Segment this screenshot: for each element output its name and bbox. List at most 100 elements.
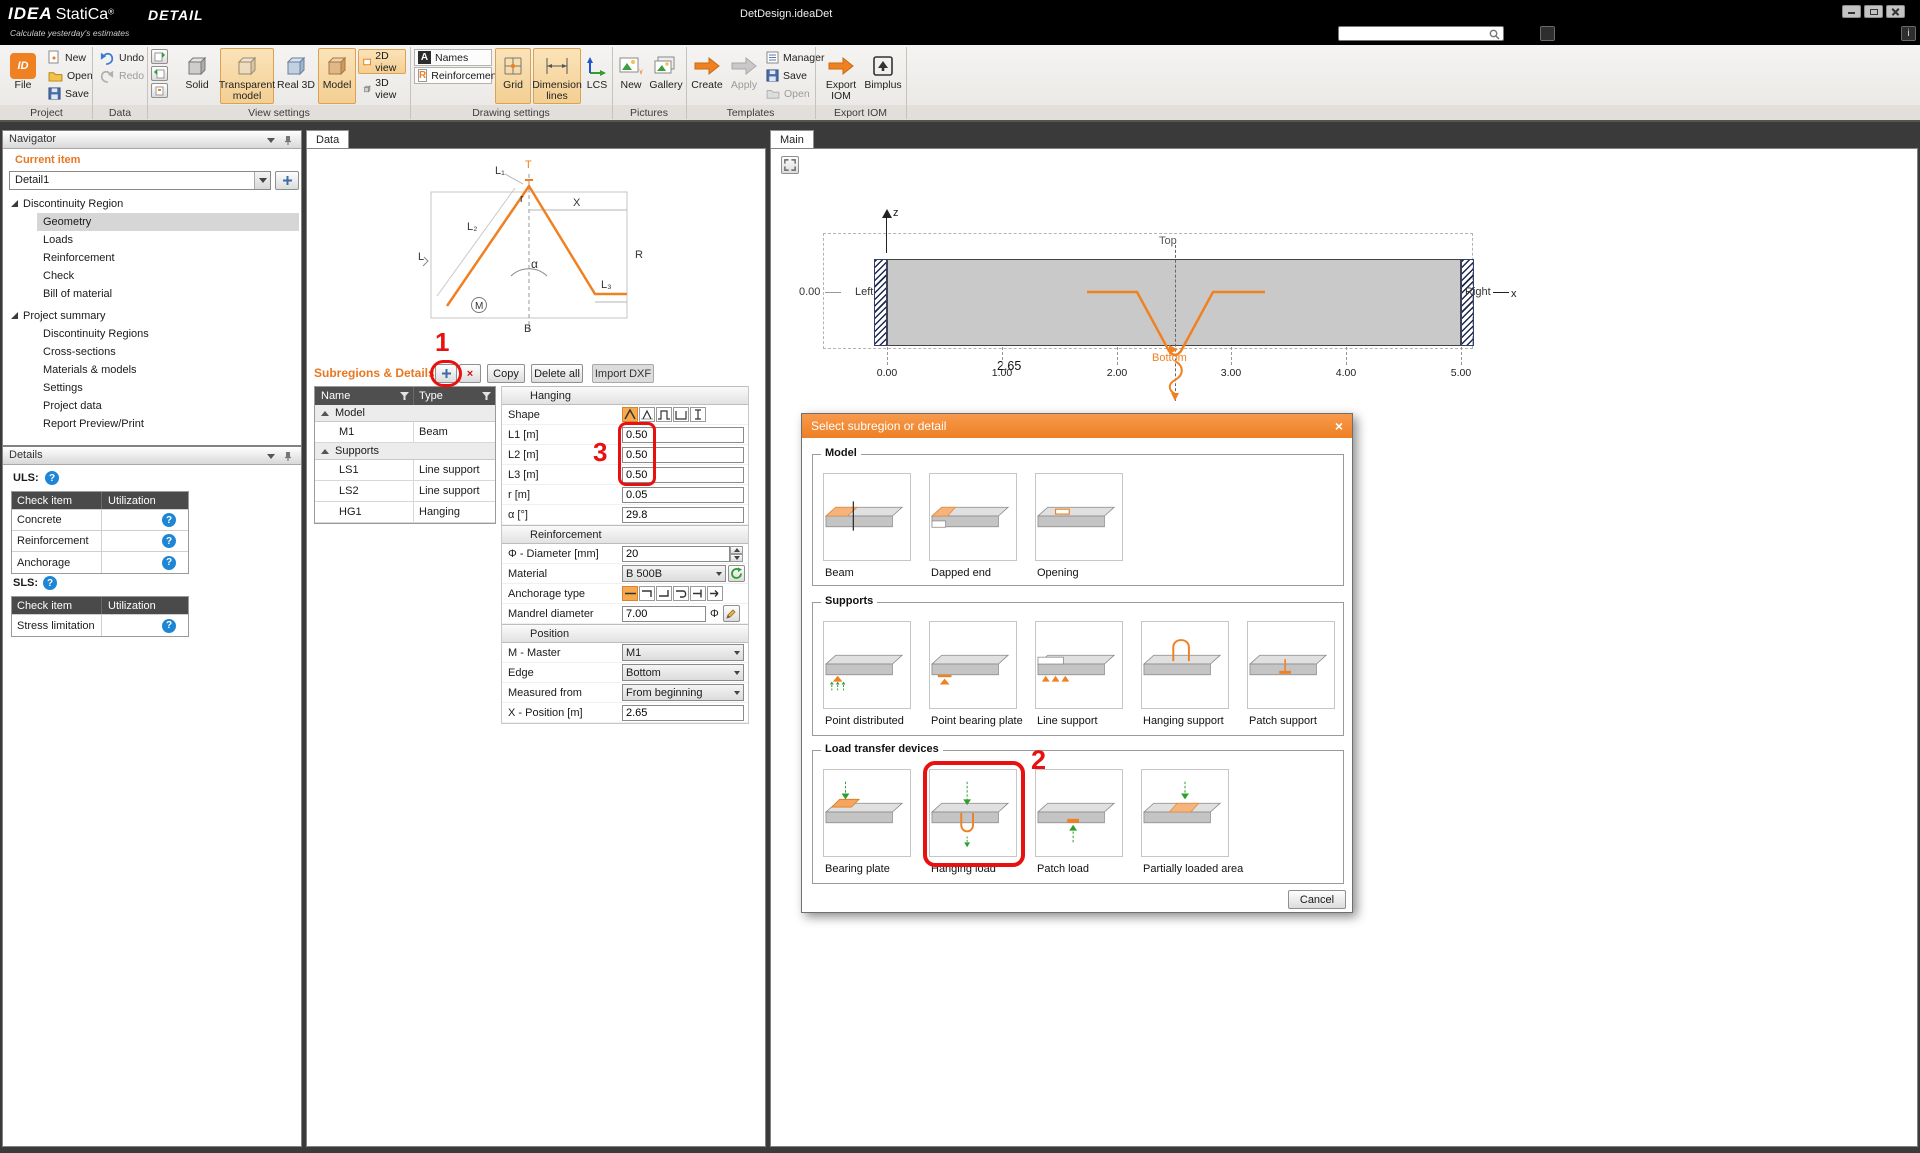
dialog-item-line-support[interactable] xyxy=(1035,621,1123,709)
export-iom-button[interactable]: Export IOM xyxy=(820,48,862,104)
table-row-m1[interactable]: M1 Beam xyxy=(315,422,495,443)
right-edge-label[interactable]: Right xyxy=(1465,286,1491,298)
delete-subregion-button[interactable]: × xyxy=(459,364,481,383)
tree-item-check[interactable]: Check xyxy=(43,267,74,285)
material-edit-button[interactable] xyxy=(728,565,745,582)
pin-icon[interactable] xyxy=(283,451,293,462)
tree-item-loads[interactable]: Loads xyxy=(43,231,73,249)
help-icon[interactable]: ? xyxy=(162,534,176,548)
reinforcement-toggle[interactable]: R Reinforcement xyxy=(414,67,492,84)
current-item-select[interactable]: Detail1 xyxy=(9,171,271,190)
anchorage-straight-icon[interactable] xyxy=(622,586,638,601)
table-row[interactable]: Stress limitation ? xyxy=(12,615,188,636)
dialog-titlebar[interactable]: Select subregion or detail × xyxy=(802,414,1352,438)
dialog-item-point-distributed[interactable] xyxy=(823,621,911,709)
x-position-input[interactable] xyxy=(622,705,744,721)
copy-view-button[interactable] xyxy=(151,49,168,64)
maximize-button[interactable] xyxy=(1864,5,1883,18)
chevron-down-icon[interactable] xyxy=(267,138,275,143)
lcs-button[interactable]: LCS xyxy=(583,48,611,104)
shape-channel-icon[interactable] xyxy=(673,407,689,422)
spinner-down-icon[interactable] xyxy=(730,554,743,562)
shape-peak-outline-icon[interactable] xyxy=(639,407,655,422)
tree-item-cross-sections[interactable]: Cross-sections xyxy=(43,343,116,361)
transparent-model-button[interactable]: Transparent model xyxy=(220,48,274,104)
anchorage-hook-up-icon[interactable] xyxy=(656,586,672,601)
mandrel-input[interactable] xyxy=(622,606,706,622)
spinner-up-icon[interactable] xyxy=(730,546,743,554)
template-create-button[interactable]: Create xyxy=(689,48,725,104)
template-save-button[interactable]: Save xyxy=(764,67,809,84)
paste-view-button[interactable] xyxy=(151,66,168,81)
beam-body[interactable] xyxy=(887,259,1461,346)
names-toggle[interactable]: A Names xyxy=(414,49,492,66)
close-icon[interactable]: × xyxy=(1335,419,1343,433)
dialog-item-hanging-support[interactable] xyxy=(1141,621,1229,709)
mandrel-edit-button[interactable] xyxy=(723,605,740,622)
model-view-button[interactable]: Model xyxy=(318,48,356,104)
dialog-item-point-bearing-plate[interactable] xyxy=(929,621,1017,709)
help-icon[interactable]: ? xyxy=(162,513,176,527)
template-open-button[interactable]: Open xyxy=(764,85,812,102)
real-3d-button[interactable]: Real 3D xyxy=(276,48,316,104)
reset-view-button[interactable] xyxy=(151,83,168,98)
table-row[interactable]: Reinforcement ? xyxy=(12,531,188,552)
alpha-input[interactable] xyxy=(622,507,744,523)
edge-select[interactable]: Bottom xyxy=(622,664,744,681)
diameter-input[interactable] xyxy=(622,546,730,562)
quick-access-button[interactable] xyxy=(1540,26,1555,41)
tree-item-discontinuity-region[interactable]: Discontinuity Region xyxy=(23,195,123,213)
dialog-item-patch-support[interactable] xyxy=(1247,621,1335,709)
open-button[interactable]: Open xyxy=(46,67,95,84)
table-group-supports[interactable]: Supports xyxy=(315,443,495,460)
dialog-item-opening[interactable] xyxy=(1035,473,1123,561)
cancel-button[interactable]: Cancel xyxy=(1288,890,1346,909)
tree-item-settings[interactable]: Settings xyxy=(43,379,83,397)
tree-item-reinforcement[interactable]: Reinforcement xyxy=(43,249,115,267)
file-button[interactable]: ID File xyxy=(5,48,41,104)
minimize-button[interactable] xyxy=(1842,5,1861,18)
fit-view-button[interactable] xyxy=(781,156,799,174)
tab-data[interactable]: Data xyxy=(306,130,349,149)
help-icon[interactable]: ? xyxy=(162,619,176,633)
filter-icon[interactable] xyxy=(400,392,409,401)
table-row-hg1[interactable]: HG1 Hanging xyxy=(315,502,495,523)
delete-all-button[interactable]: Delete all xyxy=(531,364,583,383)
table-row[interactable]: Concrete ? xyxy=(12,510,188,531)
add-detail-button[interactable] xyxy=(275,171,299,190)
pictures-new-button[interactable]: New xyxy=(615,48,647,104)
tree-item-materials-models[interactable]: Materials & models xyxy=(43,361,137,379)
tree-item-bill-of-material[interactable]: Bill of material xyxy=(43,285,112,303)
bimplus-button[interactable]: Bimplus xyxy=(864,48,902,104)
view-3d-button[interactable]: 3D view xyxy=(358,76,406,101)
dialog-item-patch-load[interactable] xyxy=(1035,769,1123,857)
master-select[interactable]: M1 xyxy=(622,644,744,661)
chevron-down-icon[interactable] xyxy=(267,454,275,459)
shape-bar-icon[interactable] xyxy=(690,407,706,422)
filter-icon[interactable] xyxy=(482,392,491,401)
tree-item-project-summary[interactable]: Project summary xyxy=(23,307,106,325)
measured-from-select[interactable]: From beginning xyxy=(622,684,744,701)
new-button[interactable]: New xyxy=(46,49,88,66)
left-edge-label[interactable]: Left xyxy=(855,286,873,298)
prop-group-position[interactable]: Position xyxy=(502,624,748,643)
prop-group-reinforcement[interactable]: Reinforcement xyxy=(502,525,748,544)
tree-item-discontinuity-regions[interactable]: Discontinuity Regions xyxy=(43,325,149,343)
gallery-button[interactable]: Gallery xyxy=(649,48,683,104)
view-2d-button[interactable]: 2D view xyxy=(358,49,406,74)
tree-item-geometry[interactable]: Geometry xyxy=(43,213,91,231)
table-row-ls1[interactable]: LS1 Line support xyxy=(315,460,495,481)
info-button[interactable]: i xyxy=(1901,26,1916,41)
table-group-model[interactable]: Model xyxy=(315,405,495,422)
save-button[interactable]: Save xyxy=(46,85,91,102)
dialog-item-bearing-plate[interactable] xyxy=(823,769,911,857)
anchorage-hook-down-icon[interactable] xyxy=(639,586,655,601)
anchorage-plate-icon[interactable] xyxy=(690,586,706,601)
help-icon[interactable]: ? xyxy=(43,576,57,590)
help-icon[interactable]: ? xyxy=(162,556,176,570)
table-row-ls2[interactable]: LS2 Line support xyxy=(315,481,495,502)
dialog-item-partially-loaded-area[interactable] xyxy=(1141,769,1229,857)
tree-item-project-data[interactable]: Project data xyxy=(43,397,102,415)
tab-main[interactable]: Main xyxy=(770,130,814,149)
expand-triangle-icon[interactable] xyxy=(11,200,18,207)
